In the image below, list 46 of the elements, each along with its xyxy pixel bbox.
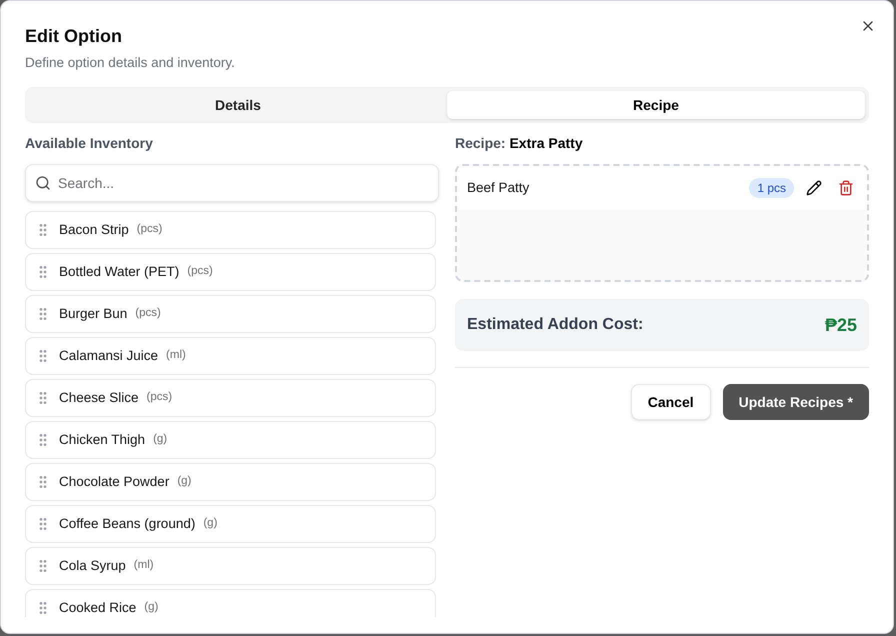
item-unit: (g): [203, 516, 218, 532]
item-name: Burger Bun: [59, 304, 128, 323]
quantity-badge: 1 pcs: [749, 178, 794, 198]
tab[interactable]: Recipe: [447, 91, 865, 119]
item-name: Cooked Rice: [59, 598, 136, 617]
item-name: Chocolate Powder: [59, 472, 170, 491]
inventory-item[interactable]: Coffee Beans (ground) (g): [25, 505, 436, 543]
inventory-item[interactable]: Cola Syrup (ml): [25, 547, 436, 585]
item-unit: (g): [177, 474, 192, 490]
cost-label: Estimated Addon Cost:: [467, 315, 644, 335]
ingredient-name: Beef Patty: [467, 178, 530, 197]
inventory-item[interactable]: Bacon Strip (pcs): [25, 211, 436, 249]
inventory-item[interactable]: Chicken Thigh (g): [25, 421, 436, 459]
edit-icon[interactable]: [806, 180, 822, 196]
item-unit: (g): [144, 600, 158, 616]
item-unit: (ml): [166, 348, 186, 364]
item-name: Chicken Thigh: [59, 430, 146, 449]
cost-value: ₱25: [824, 314, 857, 336]
inventory-item[interactable]: Burger Bun (pcs): [25, 295, 436, 333]
search-field[interactable]: Search...: [25, 164, 439, 202]
item-unit: (pcs): [146, 390, 172, 406]
section-heading: Available Inventory: [25, 134, 154, 153]
item-name: Calamansi Juice: [59, 346, 158, 365]
inventory-item[interactable]: Cheese Slice (pcs): [25, 379, 436, 417]
item-unit: (pcs): [135, 306, 161, 322]
delete-icon[interactable]: [838, 180, 854, 196]
item-name: Bacon Strip: [59, 220, 129, 239]
cancel-button[interactable]: Cancel: [630, 384, 711, 420]
item-name: Bottled Water (PET): [59, 262, 180, 281]
item-name: Cola Syrup: [59, 556, 126, 575]
item-name: Cheese Slice: [59, 388, 139, 407]
item-unit: (pcs): [187, 264, 213, 280]
item-unit: (ml): [134, 558, 154, 574]
recipe-title: Recipe: Extra Patty: [455, 134, 584, 153]
dialog-title: Edit Option: [25, 25, 123, 48]
inventory-item[interactable]: Bottled Water (PET) (pcs): [25, 253, 436, 291]
inventory-item[interactable]: Calamansi Juice (ml): [25, 337, 436, 375]
search-icon: [35, 175, 51, 191]
tab[interactable]: Details: [29, 91, 447, 119]
update-button[interactable]: Update Recipes *: [722, 384, 869, 420]
inventory-item[interactable]: Cooked Rice (g): [25, 589, 436, 617]
item-unit: (pcs): [136, 222, 162, 238]
item-unit: (g): [153, 432, 168, 448]
dialog-subtitle: Define option details and inventory.: [25, 54, 236, 72]
inventory-item[interactable]: Chocolate Powder (g): [25, 463, 436, 501]
item-name: Coffee Beans (ground): [59, 514, 196, 533]
